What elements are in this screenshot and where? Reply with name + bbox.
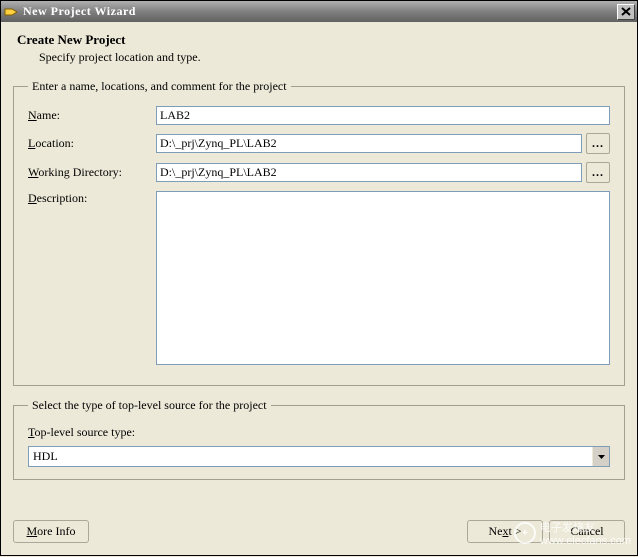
button-row: More Info Next > Cancel: [13, 520, 625, 543]
description-row: Description:: [28, 191, 610, 365]
close-button[interactable]: [617, 4, 635, 20]
location-label: Location:: [28, 136, 156, 151]
page-subtitle: Specify project location and type.: [13, 50, 625, 65]
workdir-input[interactable]: [156, 163, 582, 182]
source-type-value: HDL: [29, 447, 592, 466]
source-type-legend: Select the type of top-level source for …: [28, 398, 271, 413]
location-browse-button[interactable]: ...: [586, 133, 610, 154]
next-button[interactable]: Next >: [467, 520, 543, 543]
name-input[interactable]: [156, 106, 610, 125]
workdir-browse-button[interactable]: ...: [586, 162, 610, 183]
title-bar: New Project Wizard: [0, 0, 638, 22]
name-label: Name:: [28, 108, 156, 123]
source-type-group: Select the type of top-level source for …: [13, 398, 625, 480]
close-icon: [621, 7, 631, 16]
name-row: Name:: [28, 106, 610, 125]
source-type-select[interactable]: HDL: [28, 446, 610, 467]
cancel-button[interactable]: Cancel: [549, 520, 625, 543]
location-input[interactable]: [156, 134, 582, 153]
spacer: [89, 520, 467, 543]
project-info-legend: Enter a name, locations, and comment for…: [28, 79, 291, 94]
location-row: Location: ...: [28, 133, 610, 154]
workdir-row: Working Directory: ...: [28, 162, 610, 183]
more-info-button[interactable]: More Info: [13, 520, 89, 543]
app-icon: [3, 4, 19, 20]
window-title: New Project Wizard: [23, 4, 617, 19]
workdir-label: Working Directory:: [28, 165, 156, 180]
page-title: Create New Project: [13, 32, 625, 48]
page-header: Create New Project Specify project locat…: [13, 32, 625, 65]
window-body: Create New Project Specify project locat…: [0, 22, 638, 556]
description-input[interactable]: [156, 191, 610, 365]
project-info-group: Enter a name, locations, and comment for…: [13, 79, 625, 386]
chevron-down-icon: [592, 447, 609, 466]
description-label: Description:: [28, 191, 156, 206]
source-type-label: Top-level source type:: [28, 425, 610, 440]
